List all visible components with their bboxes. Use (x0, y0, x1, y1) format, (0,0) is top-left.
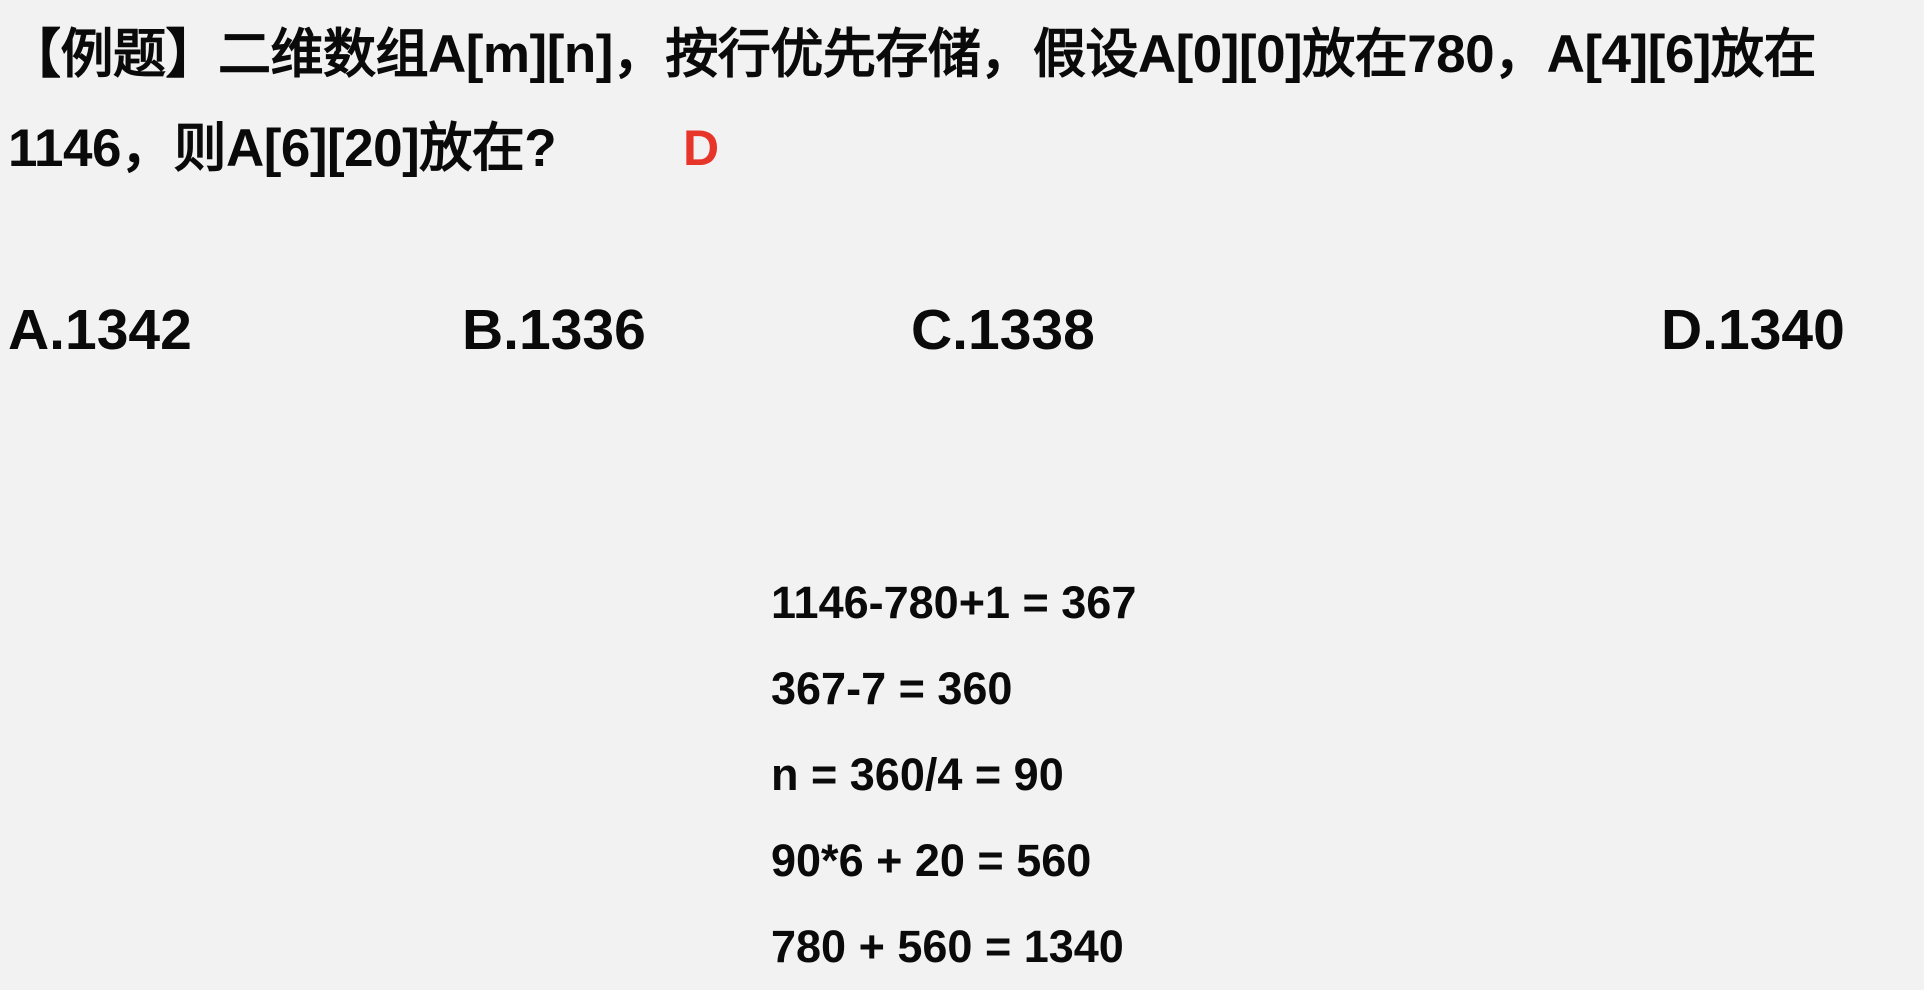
work-line-4: 90*6 + 20 = 560 (771, 835, 1092, 886)
option-b: B.1336 (462, 298, 646, 362)
question-text: 【例题】二维数组A[m][n]，按行优先存储，假设A[0][0]放在780，A[… (8, 25, 1816, 178)
work-line-1: 1146-780+1 = 367 (771, 577, 1137, 628)
work-line-3: n = 360/4 = 90 (771, 749, 1064, 800)
option-d: D.1340 (1661, 298, 1845, 362)
solution-work: 1146-780+1 = 367 367-7 = 360 n = 360/4 =… (771, 560, 1136, 990)
option-a: A.1342 (8, 298, 192, 362)
option-c: C.1338 (911, 298, 1095, 362)
work-line-2: 367-7 = 360 (771, 663, 1013, 714)
work-line-5: 780 + 560 = 1340 (771, 921, 1124, 972)
answer-mark: D (683, 120, 720, 176)
